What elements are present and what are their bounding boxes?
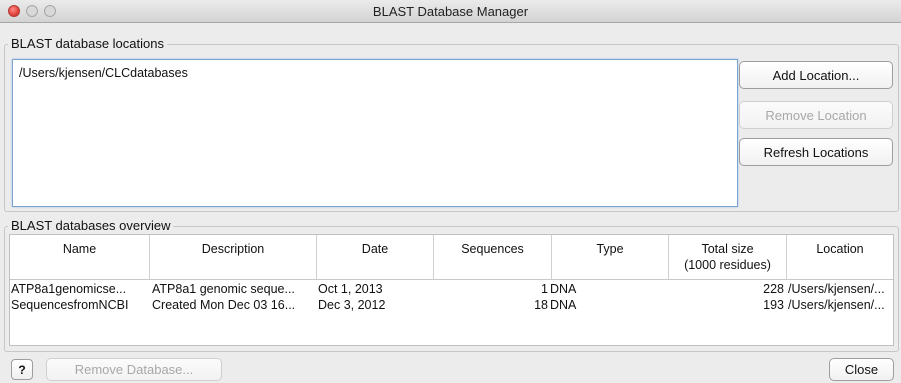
cell-name: ATP8a1genomicse... (11, 282, 127, 296)
cell-total-size: 193 (763, 298, 784, 312)
cell-description: ATP8a1 genomic seque... (152, 282, 295, 296)
locations-list[interactable]: /Users/kjensen/CLCdatabases (12, 59, 738, 207)
column-header-name[interactable]: Name (10, 235, 150, 279)
locations-group-label: BLAST database locations (8, 36, 167, 51)
table-header: Name Description Date Sequences Type Tot… (10, 235, 893, 280)
column-header-type[interactable]: Type (552, 235, 669, 279)
remove-database-button[interactable]: Remove Database... (46, 358, 222, 381)
refresh-locations-button[interactable]: Refresh Locations (739, 138, 893, 166)
cell-location: /Users/kjensen/... (788, 282, 885, 296)
remove-location-button[interactable]: Remove Location (739, 101, 893, 129)
cell-sequences: 1 (541, 282, 548, 296)
column-header-total-size-label: Total size (701, 242, 754, 256)
cell-type: DNA (550, 298, 577, 312)
add-location-button[interactable]: Add Location... (739, 61, 893, 89)
cell-type: DNA (550, 282, 577, 296)
cell-total-size: 228 (763, 282, 784, 296)
cell-name: SequencesfromNCBI (11, 298, 129, 312)
overview-group-label: BLAST databases overview (8, 218, 174, 233)
column-header-description[interactable]: Description (150, 235, 317, 279)
close-button[interactable]: Close (829, 358, 894, 381)
column-header-date[interactable]: Date (317, 235, 434, 279)
window-title: BLAST Database Manager (372, 4, 529, 19)
cell-description: Created Mon Dec 03 16... (152, 298, 296, 312)
location-item[interactable]: /Users/kjensen/CLCdatabases (19, 66, 188, 80)
column-header-total-size-unit: (1000 residues) (684, 258, 771, 272)
help-button[interactable]: ? (11, 359, 33, 380)
table-row[interactable]: SequencesfromNCBI Created Mon Dec 03 16.… (10, 298, 893, 314)
cell-date: Oct 1, 2013 (318, 282, 383, 296)
title-bar: BLAST Database Manager (0, 0, 901, 23)
table-row[interactable]: ATP8a1genomicse... ATP8a1 genomic seque.… (10, 282, 893, 298)
column-header-sequences[interactable]: Sequences (434, 235, 552, 279)
cell-location: /Users/kjensen/... (788, 298, 885, 312)
cell-sequences: 18 (534, 298, 548, 312)
cell-date: Dec 3, 2012 (318, 298, 386, 312)
column-header-total-size[interactable]: Total size (1000 residues) (669, 235, 787, 279)
column-header-location[interactable]: Location (787, 235, 893, 279)
databases-table[interactable]: Name Description Date Sequences Type Tot… (9, 234, 894, 346)
